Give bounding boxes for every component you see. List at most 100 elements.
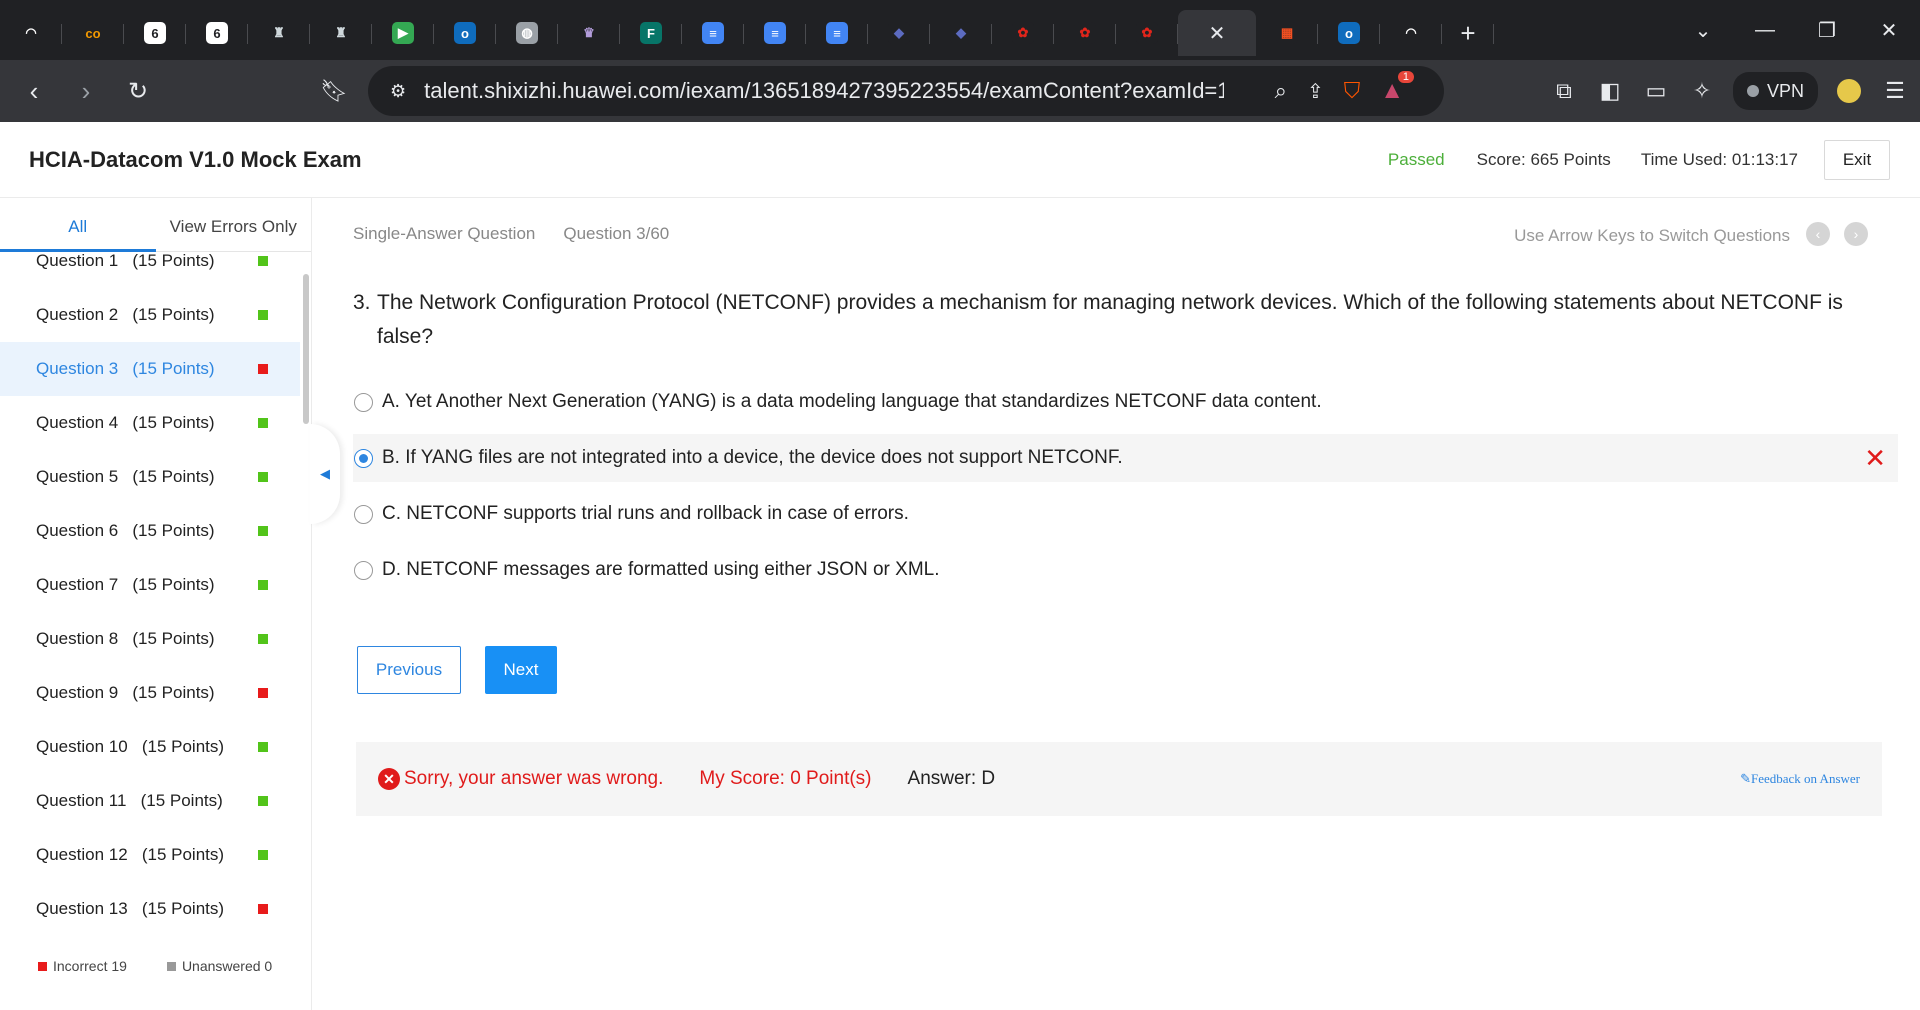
browser-tab[interactable]: ♛ bbox=[558, 10, 620, 56]
answer-option[interactable]: B. If YANG files are not integrated into… bbox=[353, 434, 1898, 482]
brave-rewards-icon[interactable]: ▲ 1 bbox=[1380, 71, 1414, 105]
bookmark-button[interactable]: 🔖︎ bbox=[312, 69, 356, 113]
browser-tab[interactable]: o bbox=[1318, 10, 1380, 56]
close-window-button[interactable]: ✕ bbox=[1858, 0, 1920, 60]
option-text: C. NETCONF supports trial runs and rollb… bbox=[382, 503, 909, 524]
previous-button[interactable]: Previous bbox=[357, 646, 461, 694]
question-label: Question 1 (15 Points) bbox=[36, 252, 215, 270]
microsoft-icon: ▦ bbox=[1276, 22, 1298, 44]
tab-search-button[interactable]: ⌄ bbox=[1672, 0, 1734, 60]
browser-tab[interactable]: ♜ bbox=[248, 10, 310, 56]
list-item[interactable]: Question 5 (15 Points) bbox=[0, 450, 300, 504]
browser-tab[interactable]: ≡ bbox=[744, 10, 806, 56]
legend-unanswered-label: Unanswered 0 bbox=[181, 958, 273, 974]
address-bar[interactable]: ⚙ talent.shixizhi.huawei.com/iexam/13651… bbox=[368, 66, 1444, 116]
tab-view-errors-only[interactable]: View Errors Only bbox=[156, 198, 312, 251]
leo-ai-icon[interactable]: ✧ bbox=[1687, 76, 1717, 106]
list-item[interactable]: Question 2 (15 Points) bbox=[0, 288, 300, 342]
time-used: Time Used: 01:13:17 bbox=[1640, 149, 1798, 169]
radio-button[interactable] bbox=[354, 448, 373, 468]
exit-button[interactable]: Exit bbox=[1824, 139, 1890, 180]
vpn-button[interactable]: VPN bbox=[1732, 72, 1818, 110]
browser-tab[interactable]: ▦ bbox=[1256, 10, 1318, 56]
status-marker bbox=[258, 688, 268, 698]
vpn-label: VPN bbox=[1766, 80, 1804, 101]
list-item[interactable]: Question 4 (15 Points) bbox=[0, 396, 300, 450]
browser-tab[interactable]: 6 bbox=[186, 10, 248, 56]
list-item[interactable]: Question 8 (15 Points) bbox=[0, 612, 300, 666]
list-item[interactable]: Question 9 (15 Points) bbox=[0, 666, 300, 720]
next-button[interactable]: Next bbox=[485, 646, 557, 694]
list-item[interactable]: Question 7 (15 Points) bbox=[0, 558, 300, 612]
list-item[interactable]: Question 13 (15 Points) bbox=[0, 882, 300, 936]
list-item[interactable]: Question 11 (15 Points) bbox=[0, 774, 300, 828]
answer-option[interactable]: A. Yet Another Next Generation (YANG) is… bbox=[353, 378, 1898, 426]
tab-all[interactable]: All bbox=[0, 198, 156, 251]
browser-tab[interactable]: ✿ bbox=[992, 10, 1054, 56]
browser-tab[interactable]: o bbox=[434, 10, 496, 56]
vpn-status-icon bbox=[1746, 85, 1759, 97]
new-tab-button[interactable]: + bbox=[1442, 10, 1494, 56]
sidebar-toggle-icon[interactable]: ◧ bbox=[1595, 76, 1625, 106]
restore-button[interactable]: ❐ bbox=[1796, 0, 1858, 60]
question-label: Question 4 (15 Points) bbox=[36, 413, 215, 432]
browser-tab[interactable]: ◆ bbox=[930, 10, 992, 56]
menu-icon[interactable]: ☰ bbox=[1880, 76, 1910, 106]
browser-tab[interactable]: F bbox=[620, 10, 682, 56]
browser-tab[interactable]: ◍ bbox=[496, 10, 558, 56]
browser-tab[interactable]: 6 bbox=[124, 10, 186, 56]
close-tab-icon[interactable]: ✕ bbox=[1209, 21, 1226, 46]
browser-tab[interactable]: ◠ bbox=[1380, 10, 1442, 56]
radio-button[interactable] bbox=[354, 504, 373, 524]
list-item[interactable]: Question 6 (15 Points) bbox=[0, 504, 300, 558]
next-question-arrow[interactable]: › bbox=[1844, 222, 1868, 246]
university-icon: ♛ bbox=[578, 22, 600, 44]
list-item[interactable]: Question 10 (15 Points) bbox=[0, 720, 300, 774]
zoom-icon[interactable]: ⌕ bbox=[1275, 78, 1287, 104]
list-item[interactable]: Question 3 (15 Points) bbox=[0, 342, 300, 396]
previous-question-arrow[interactable]: ‹ bbox=[1806, 222, 1830, 246]
question-label: Question 7 (15 Points) bbox=[36, 575, 215, 594]
close-icon: ✕ bbox=[1880, 19, 1898, 42]
browser-tab[interactable]: ≡ bbox=[682, 10, 744, 56]
share-icon[interactable]: ⇪ bbox=[1307, 79, 1324, 104]
list-item[interactable]: Question 1 (15 Points) bbox=[0, 252, 300, 288]
browser-tab[interactable]: ▶ bbox=[372, 10, 434, 56]
answer-option[interactable]: C. NETCONF supports trial runs and rollb… bbox=[353, 490, 1898, 538]
browser-tab[interactable]: ✿ bbox=[1116, 10, 1178, 56]
browser-tab[interactable]: ✿ bbox=[1054, 10, 1116, 56]
incorrect-swatch bbox=[38, 961, 47, 971]
back-button[interactable]: ‹ bbox=[12, 69, 56, 113]
question-panel: Single-Answer Question Question 3/60 Use… bbox=[313, 198, 1920, 1010]
status-marker bbox=[258, 634, 268, 644]
browser-tab[interactable]: ≡ bbox=[806, 10, 868, 56]
outlook-icon: o bbox=[1338, 22, 1360, 44]
reload-button[interactable]: ↻ bbox=[116, 69, 160, 113]
question-label: Question 11 (15 Points) bbox=[36, 791, 223, 810]
answer-option[interactable]: D. NETCONF messages are formatted using … bbox=[353, 546, 1898, 594]
feedback-link[interactable]: ✎Feedback on Answer bbox=[1740, 771, 1860, 787]
active-tab[interactable]: ✕ bbox=[1178, 10, 1256, 56]
site-settings-icon[interactable]: ⚙ bbox=[390, 81, 406, 102]
forward-button[interactable]: › bbox=[64, 69, 108, 113]
huawei-icon: ✿ bbox=[1074, 22, 1096, 44]
question-label: Question 10 (15 Points) bbox=[36, 737, 225, 756]
profile-avatar[interactable] bbox=[1834, 76, 1864, 106]
wallet-icon[interactable]: ▭ bbox=[1641, 76, 1671, 106]
sidebar-scrollbar[interactable] bbox=[303, 274, 309, 424]
minimize-button[interactable]: — bbox=[1734, 0, 1796, 60]
brave-shield-icon[interactable]: ⛉ bbox=[1344, 78, 1361, 104]
extensions-icon[interactable]: ⧉ bbox=[1549, 76, 1579, 106]
reload-icon: ↻ bbox=[127, 77, 149, 105]
huawei-icon: ✿ bbox=[1012, 22, 1034, 44]
url-text[interactable]: talent.shixizhi.huawei.com/iexam/1365189… bbox=[424, 78, 1224, 104]
exam-status-bar: Passed Score: 665 Points Time Used: 01:1… bbox=[1388, 139, 1920, 180]
browser-tab[interactable]: co bbox=[62, 10, 124, 56]
list-item[interactable]: Question 12 (15 Points) bbox=[0, 828, 300, 882]
radio-button[interactable] bbox=[354, 392, 373, 412]
browser-tab[interactable]: ◆ bbox=[868, 10, 930, 56]
browser-tab[interactable]: ♜ bbox=[310, 10, 372, 56]
radio-button[interactable] bbox=[354, 560, 373, 580]
browser-tab[interactable]: ◠ bbox=[0, 10, 62, 56]
question-stem: The Network Configuration Protocol (NETC… bbox=[377, 291, 1843, 348]
